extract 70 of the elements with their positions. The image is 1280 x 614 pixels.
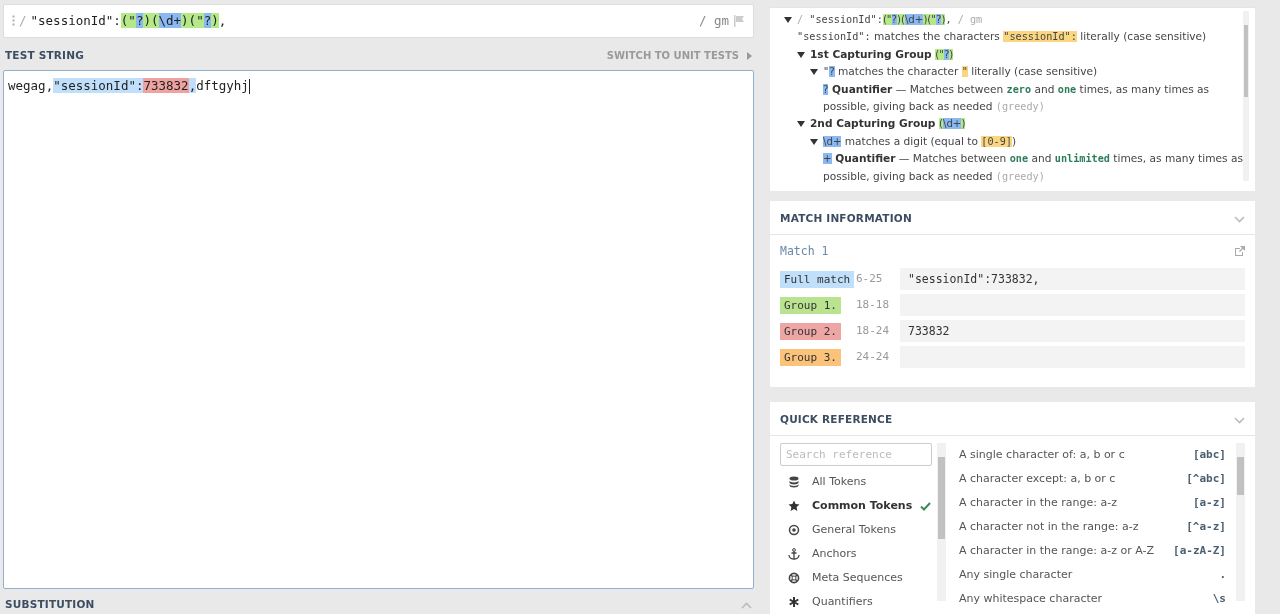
chevron-down-icon[interactable] bbox=[1234, 216, 1245, 223]
group-label: Group 3. bbox=[780, 349, 841, 366]
token-syntax: [^abc] bbox=[1186, 470, 1226, 487]
asterisk-icon bbox=[788, 596, 800, 608]
caret-down-icon[interactable] bbox=[797, 50, 805, 59]
category-item[interactable]: Quantifiers bbox=[780, 590, 935, 614]
match-range: 24-24 bbox=[856, 349, 891, 365]
group-label: Group 2. bbox=[780, 323, 841, 340]
section-title: QUICK REFERENCE bbox=[780, 412, 893, 428]
group-label: Full match bbox=[780, 271, 855, 288]
token-syntax: [a-zA-Z] bbox=[1173, 542, 1226, 559]
token-description: A single character of: a, b or c bbox=[959, 446, 1125, 463]
caret-down-icon[interactable] bbox=[784, 16, 792, 24]
category-item[interactable]: Meta Sequences bbox=[780, 566, 935, 590]
explanation-line: "? matches the character " literally (case sensitive) bbox=[823, 64, 1098, 80]
category-item[interactable]: General Tokens bbox=[780, 518, 935, 542]
token-syntax: \s bbox=[1212, 590, 1226, 607]
test-string-field[interactable]: wegag,"sessionId":733832,dftgyhj bbox=[8, 76, 749, 96]
token-description: Any single character bbox=[959, 566, 1073, 583]
category-item[interactable]: Common Tokens bbox=[780, 494, 935, 518]
scrollbar[interactable] bbox=[1236, 443, 1245, 601]
explanation-line: + Quantifier — Matches between one and unlimited times, as many times as possible, giving back as needed (greedy) bbox=[823, 151, 1243, 184]
drag-handle-icon[interactable] bbox=[12, 15, 15, 27]
explanation-line: 2nd Capturing Group (\d+) bbox=[810, 116, 966, 132]
database-icon bbox=[788, 476, 800, 488]
caret-right-icon bbox=[747, 51, 752, 60]
group-label: Group 1. bbox=[780, 297, 841, 314]
token-syntax: [a-z] bbox=[1192, 494, 1226, 511]
match-range: 18-18 bbox=[856, 297, 891, 313]
explanation-line: 1st Capturing Group ("?) bbox=[810, 46, 954, 62]
chevron-up-icon[interactable] bbox=[741, 602, 752, 609]
token-syntax: . bbox=[1219, 566, 1226, 583]
anchor-icon bbox=[788, 548, 800, 560]
caret-down-icon[interactable] bbox=[797, 120, 805, 129]
match-title: Match 1 bbox=[780, 243, 829, 260]
lifebuoy-icon bbox=[788, 572, 800, 584]
token-description: Any whitespace character bbox=[959, 590, 1103, 607]
token-description: A character except: a, b or c bbox=[959, 470, 1116, 487]
category-item[interactable]: Anchors bbox=[780, 542, 935, 566]
search-field[interactable]: Search reference bbox=[780, 443, 932, 466]
caret-down-icon[interactable] bbox=[810, 68, 818, 77]
explanation-line: / "sessionId":("?)(\d+)("?), / gm bbox=[797, 13, 983, 27]
match-range: 18-24 bbox=[856, 323, 891, 339]
star-icon bbox=[788, 500, 800, 512]
chevron-down-icon[interactable] bbox=[1234, 417, 1245, 424]
target-icon bbox=[788, 524, 800, 536]
token-description: A character in the range: a-z or A-Z bbox=[959, 542, 1154, 559]
match-range: 6-25 bbox=[856, 271, 884, 287]
token-syntax: [^a-z] bbox=[1186, 518, 1226, 535]
check-icon bbox=[920, 501, 932, 511]
flag-icon[interactable] bbox=[733, 14, 745, 27]
match-value: 733832 bbox=[900, 320, 1245, 343]
explanation-line: \d+ matches a digit (equal to [0-9]) bbox=[823, 133, 1017, 149]
scrollbar[interactable] bbox=[937, 443, 946, 601]
section-title: MATCH INFORMATION bbox=[780, 211, 912, 227]
section-title: SUBSTITUTION bbox=[5, 597, 95, 613]
section-title: TEST STRING bbox=[5, 47, 85, 63]
match-value: "sessionId":733832, bbox=[900, 268, 1245, 291]
explanation-line: "sessionId": matches the characters "sessionId": literally (case sensitive) bbox=[797, 29, 1207, 45]
regex-flags[interactable]: / gm bbox=[698, 11, 729, 31]
scrollbar[interactable] bbox=[1242, 11, 1249, 181]
token-description: A character in the range: a-z bbox=[959, 494, 1117, 511]
export-icon[interactable] bbox=[1234, 246, 1245, 258]
token-syntax: [abc] bbox=[1192, 446, 1226, 463]
regex-input[interactable]: "sessionId":("?)(\d+)("?), bbox=[30, 11, 695, 31]
regex-delimiter: / bbox=[19, 11, 27, 30]
explanation-line: ? Quantifier — Matches between zero and one times, as many times as possible, giving back as needed (greedy) bbox=[823, 81, 1211, 115]
caret-down-icon[interactable] bbox=[810, 137, 818, 146]
category-item[interactable]: All Tokens bbox=[780, 470, 935, 494]
token-description: A character not in the range: a-z bbox=[959, 518, 1139, 535]
